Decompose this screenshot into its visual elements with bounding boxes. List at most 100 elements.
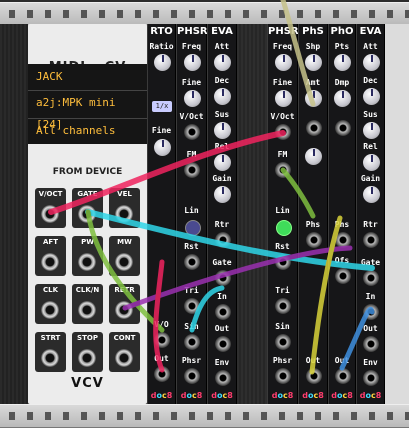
midi-cv-module: MIDI ▸ CV JACK a2j:MPK mini [24] All cha…	[28, 24, 147, 404]
jack-retr[interactable]	[115, 301, 133, 319]
damp-knob[interactable]	[334, 90, 351, 107]
in-jack[interactable]	[215, 304, 231, 320]
ratio-knob[interactable]	[154, 54, 171, 71]
jack-pw[interactable]	[78, 253, 96, 271]
tri-jack[interactable]	[275, 298, 291, 314]
retrig-jack[interactable]	[363, 232, 379, 248]
output-aft: AFT	[35, 236, 66, 276]
damp-cv-jack[interactable]	[335, 120, 351, 136]
invert-ratio-button[interactable]: 1/x	[152, 101, 172, 112]
voct-jack[interactable]	[275, 124, 291, 140]
midi-channel-select[interactable]: All channels	[36, 120, 145, 142]
gain-knob[interactable]	[214, 186, 231, 203]
phs-jack[interactable]	[306, 232, 322, 248]
module-title: PHSR	[177, 26, 208, 37]
output-retr: RETR	[109, 284, 140, 324]
doc-b-logo: doc8	[302, 391, 324, 400]
fm-jack[interactable]	[184, 162, 200, 178]
env-jack[interactable]	[363, 370, 379, 386]
module-title: PhS	[302, 26, 324, 37]
output-strt: STRT	[35, 332, 66, 372]
doc-b-logo: doc8	[271, 391, 294, 400]
doc-b-logo: doc8	[180, 391, 203, 400]
out-jack[interactable]	[154, 366, 170, 382]
output-mw: MW	[109, 236, 140, 276]
shape-knob[interactable]	[305, 54, 322, 71]
sustain-knob[interactable]	[214, 122, 231, 139]
pho-module: PhO Pts Dmp Phs Ofs Out doc8	[328, 24, 356, 404]
fine-knob[interactable]	[184, 90, 201, 107]
voct-jack[interactable]	[184, 124, 200, 140]
shape-cv-jack[interactable]	[306, 120, 322, 136]
out-jack[interactable]	[306, 368, 322, 384]
rst-jack[interactable]	[184, 254, 200, 270]
output-clkn: CLK/N	[72, 284, 103, 324]
lin-button[interactable]	[185, 220, 201, 236]
jack-stop[interactable]	[78, 349, 96, 367]
freq-knob[interactable]	[184, 54, 201, 71]
retrig-jack[interactable]	[215, 232, 231, 248]
phsr-module-2: PHSR Freq Fine V/Oct FM Lin Rst Tri Sin …	[267, 24, 299, 404]
release-knob[interactable]	[214, 154, 231, 171]
in-jack[interactable]	[363, 304, 379, 320]
jack-mw[interactable]	[115, 253, 133, 271]
rto-module: RTO Ratio 1/x Fine V/O Out doc8	[147, 24, 176, 404]
jack-strt[interactable]	[41, 349, 59, 367]
doc-b-logo: doc8	[331, 391, 353, 400]
output-pw: PW	[72, 236, 103, 276]
ofs-jack[interactable]	[335, 268, 351, 284]
sin-jack[interactable]	[184, 334, 200, 350]
module-title: RTO	[150, 26, 173, 37]
rst-jack[interactable]	[275, 254, 291, 270]
gate-jack[interactable]	[363, 270, 379, 286]
output-vel: VEL	[109, 188, 140, 228]
jack-aft[interactable]	[41, 253, 59, 271]
midi-driver-select[interactable]: JACK	[36, 66, 145, 88]
top-rail	[0, 2, 409, 26]
jack-gate[interactable]	[78, 205, 96, 223]
out-jack[interactable]	[215, 336, 231, 352]
vcv-logo: VCV	[71, 376, 104, 391]
jack-clkn[interactable]	[78, 301, 96, 319]
fine-knob[interactable]	[275, 90, 292, 107]
fm-jack[interactable]	[275, 162, 291, 178]
gain-knob[interactable]	[363, 186, 380, 203]
right-blank-panel	[385, 24, 409, 404]
attack-knob[interactable]	[363, 54, 380, 71]
phsr-jack[interactable]	[275, 368, 291, 384]
phsr-jack[interactable]	[184, 368, 200, 384]
tri-jack[interactable]	[184, 298, 200, 314]
env-jack[interactable]	[215, 370, 231, 386]
doc-b-logo: doc8	[359, 391, 382, 400]
phs-module: PhS Shp Amt Phs Out doc8	[298, 24, 328, 404]
lin-button[interactable]	[276, 220, 292, 236]
jack-clk[interactable]	[41, 301, 59, 319]
gate-jack[interactable]	[215, 270, 231, 286]
output-gate: GATE	[72, 188, 103, 228]
attack-knob[interactable]	[214, 54, 231, 71]
amount-knob[interactable]	[305, 90, 322, 107]
output-cont: CONT	[109, 332, 140, 372]
sustain-knob[interactable]	[363, 122, 380, 139]
decay-knob[interactable]	[363, 88, 380, 105]
jack-cont[interactable]	[115, 349, 133, 367]
module-title: EVA	[359, 26, 382, 37]
voct-input-jack[interactable]	[154, 332, 170, 348]
sin-jack[interactable]	[275, 334, 291, 350]
attenuator-knob[interactable]	[305, 148, 322, 165]
left-blank-panel	[0, 24, 28, 404]
fine-knob[interactable]	[154, 139, 171, 156]
phs-jack[interactable]	[335, 232, 351, 248]
output-clk: CLK	[35, 284, 66, 324]
freq-knob[interactable]	[275, 54, 292, 71]
jack-vel[interactable]	[115, 205, 133, 223]
output-voct: V/OCT	[35, 188, 66, 228]
doc-b-logo: doc8	[150, 391, 173, 400]
jack-voct[interactable]	[41, 205, 59, 223]
midi-device-select[interactable]: a2j:MPK mini [24]	[36, 92, 145, 131]
points-knob[interactable]	[334, 54, 351, 71]
out-jack[interactable]	[335, 368, 351, 384]
decay-knob[interactable]	[214, 88, 231, 105]
release-knob[interactable]	[363, 154, 380, 171]
out-jack[interactable]	[363, 336, 379, 352]
